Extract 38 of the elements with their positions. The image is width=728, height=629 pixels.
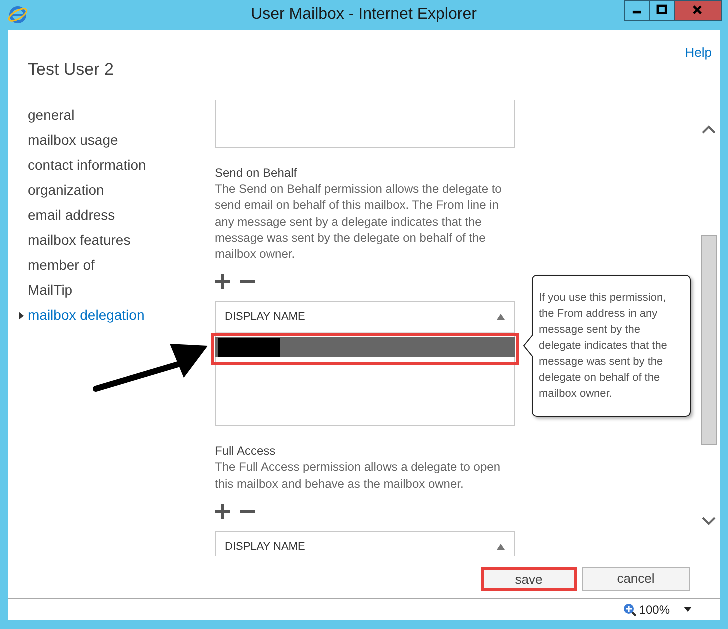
nav-item[interactable]: MailTip xyxy=(28,280,73,301)
add-icon[interactable] xyxy=(215,504,230,520)
dropdown-caret-icon[interactable] xyxy=(684,607,692,612)
section-description: The Send on Behalf permission allows the delegate to send email on behalf of this mailbox. The From line in any message sent by a delegate indicates that the message was sent by the delegate on behalf of the mailbox owner. xyxy=(215,181,503,262)
section-title: Send on Behalf xyxy=(215,165,298,181)
close-icon[interactable] xyxy=(675,0,722,21)
column-header[interactable]: DISPLAY NAME xyxy=(225,309,306,326)
add-icon[interactable] xyxy=(215,274,230,290)
nav-item[interactable]: general xyxy=(28,105,75,126)
window-title: User Mailbox - Internet Explorer xyxy=(250,5,478,25)
selection-marker-icon xyxy=(19,312,24,320)
nav-item[interactable]: email address xyxy=(28,205,116,226)
column-header[interactable]: DISPLAY NAME xyxy=(225,538,306,556)
nav-item[interactable]: organization xyxy=(28,180,104,201)
scroll-down-icon[interactable] xyxy=(702,517,716,526)
nav-item[interactable]: mailbox delegation xyxy=(28,305,145,326)
zoom-level[interactable]: 100% xyxy=(639,600,670,618)
page-title: Test User 2 xyxy=(28,59,114,81)
nav-item[interactable]: member of xyxy=(28,255,95,276)
tooltip-pointer-icon xyxy=(523,335,533,357)
nav-item[interactable]: mailbox usage xyxy=(28,130,118,151)
sort-ascending-icon[interactable] xyxy=(497,314,505,320)
delegate-row[interactable] xyxy=(211,333,519,366)
scrollbar-thumb[interactable] xyxy=(701,235,717,445)
nav-item[interactable]: mailbox features xyxy=(28,230,131,251)
tooltip: If you use this permission, the From address in any message sent by the delegate indicates that the message was sent by the delegate on behalf of the mailbox owner. xyxy=(532,275,691,417)
scroll-up-icon[interactable] xyxy=(702,125,716,134)
sort-ascending-icon[interactable] xyxy=(497,544,505,550)
help-link[interactable]: Help xyxy=(685,43,712,62)
maximize-icon[interactable] xyxy=(649,0,675,21)
section-description: The Full Access permission allows a delegate to open this mailbox and behave as the mailbox owner. xyxy=(215,459,502,492)
dialog-button[interactable]: save xyxy=(481,567,577,591)
browser-logo-icon xyxy=(8,5,28,25)
zoom-icon[interactable] xyxy=(623,602,638,616)
minimize-icon[interactable] xyxy=(624,0,649,21)
nav-item[interactable]: contact information xyxy=(28,155,146,176)
dialog-button[interactable]: cancel xyxy=(582,567,690,591)
section-title: Full Access xyxy=(215,443,277,460)
